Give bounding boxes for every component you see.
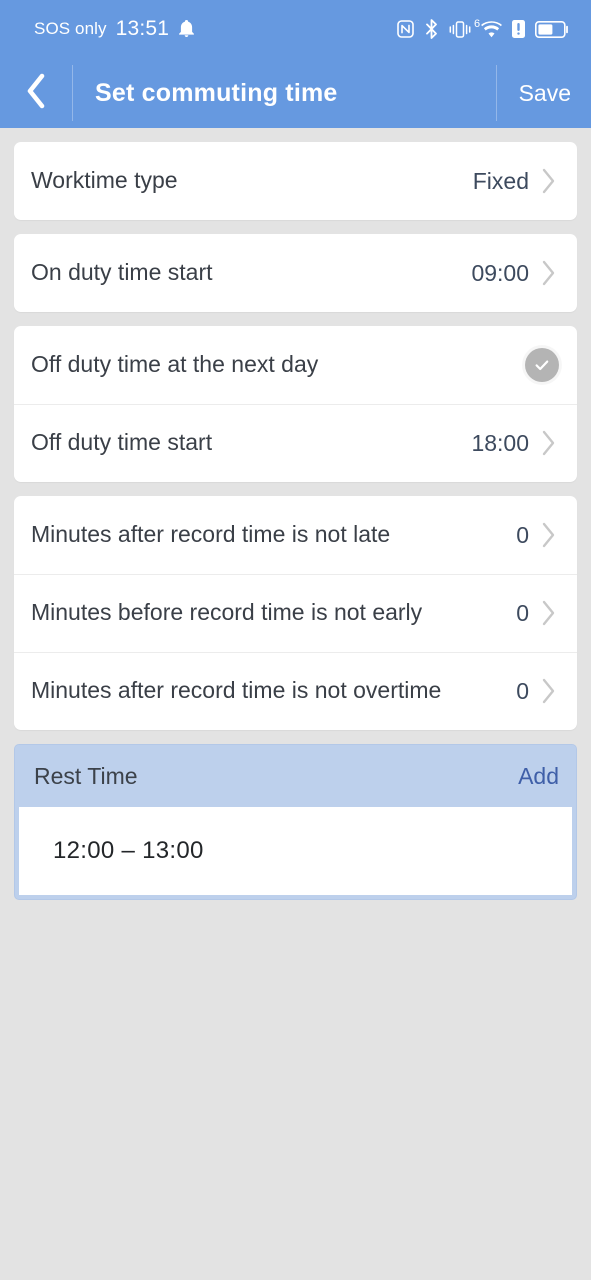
phone-screen: SOS only 13:51 6 Set commuting time Save…: [0, 0, 591, 1280]
rest-time-title: Rest Time: [34, 762, 138, 789]
row-minutes-not-overtime[interactable]: Minutes after record time is not overtim…: [14, 652, 577, 730]
row-label: Worktime type: [31, 167, 178, 194]
battery-icon: [535, 20, 569, 38]
row-minutes-not-early[interactable]: Minutes before record time is not early …: [14, 574, 577, 652]
row-value: 0: [516, 599, 529, 626]
list-item[interactable]: 12:00 – 13:00: [53, 837, 204, 865]
chevron-right-icon: [535, 600, 561, 626]
chevron-right-icon: [535, 430, 561, 456]
bluetooth-icon: [424, 19, 439, 39]
row-label: Off duty time at the next day: [31, 351, 319, 378]
off-duty-section: Off duty time at the next day Off duty t…: [14, 326, 577, 482]
nfc-icon: [397, 20, 414, 38]
check-circle-icon[interactable]: [525, 348, 559, 382]
row-value: 0: [516, 521, 529, 548]
chevron-right-icon: [535, 678, 561, 704]
wifi-icon: 6: [474, 18, 502, 38]
row-label: Minutes before record time is not early: [31, 599, 423, 626]
row-off-duty-time-start[interactable]: Off duty time start 18:00: [14, 404, 577, 482]
rest-time-list: 12:00 – 13:00: [19, 807, 572, 895]
rest-time-header: Rest Time Add: [15, 745, 576, 807]
rest-time-section: Rest Time Add 12:00 – 13:00: [14, 744, 577, 900]
status-bar: SOS only 13:51 6: [0, 0, 591, 58]
back-button[interactable]: [0, 58, 72, 128]
row-value: Fixed: [472, 167, 529, 194]
on-duty-section: On duty time start 09:00: [14, 234, 577, 312]
row-off-duty-next-day[interactable]: Off duty time at the next day: [14, 326, 577, 404]
carrier-label: SOS only: [34, 19, 107, 38]
save-button[interactable]: Save: [497, 58, 591, 128]
worktime-type-section: Worktime type Fixed: [14, 142, 577, 220]
add-rest-time-button[interactable]: Add: [518, 763, 559, 790]
row-on-duty-time-start[interactable]: On duty time start 09:00: [14, 234, 577, 312]
chevron-right-icon: [535, 522, 561, 548]
row-worktime-type[interactable]: Worktime type Fixed: [14, 142, 577, 220]
wifi-generation-label: 6: [474, 17, 481, 30]
status-bar-left: SOS only 13:51: [34, 17, 195, 41]
chevron-right-icon: [535, 168, 561, 194]
page-title: Set commuting time: [95, 78, 338, 107]
minutes-section: Minutes after record time is not late 0 …: [14, 496, 577, 730]
row-label: Minutes after record time is not overtim…: [31, 677, 442, 704]
status-bar-right: 6: [397, 18, 569, 39]
alert-icon: [512, 20, 525, 38]
chevron-left-icon: [25, 73, 47, 114]
row-value: 18:00: [471, 429, 529, 456]
row-label: Off duty time start: [31, 429, 213, 456]
app-bar: Set commuting time Save: [0, 58, 591, 128]
row-minutes-not-late[interactable]: Minutes after record time is not late 0: [14, 496, 577, 574]
bell-icon: [178, 20, 195, 38]
chevron-right-icon: [535, 260, 561, 286]
settings-content: Worktime type Fixed On duty time start 0…: [0, 142, 591, 900]
row-label: Minutes after record time is not late: [31, 521, 391, 548]
vibrate-icon: [449, 20, 471, 39]
row-value: 0: [516, 677, 529, 704]
row-value: 09:00: [471, 259, 529, 286]
status-bar-clock: 13:51: [115, 17, 170, 40]
row-label: On duty time start: [31, 259, 213, 286]
